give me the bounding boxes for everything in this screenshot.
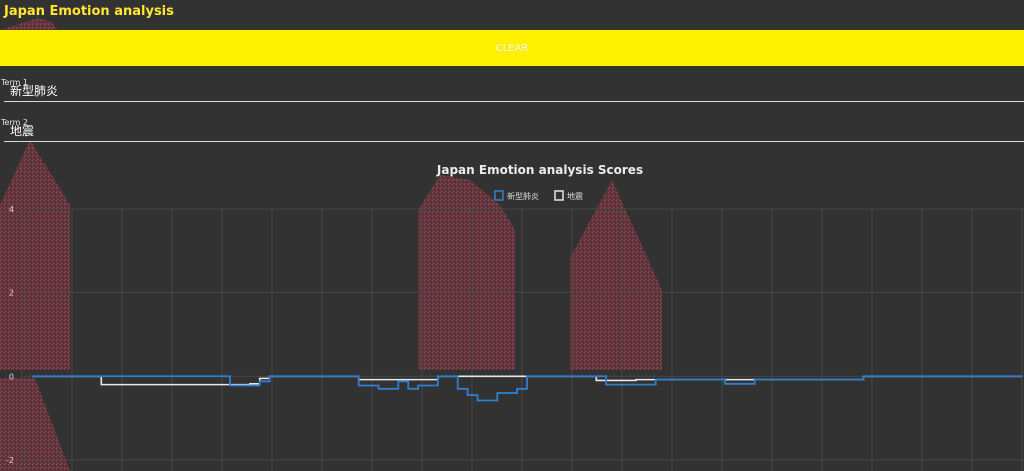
legend-swatch xyxy=(494,190,504,201)
legend-label: 地震 xyxy=(567,191,583,201)
y-tick-label: 2 xyxy=(9,289,14,298)
y-tick-label: 0 xyxy=(9,372,14,381)
y-tick-label: -2 xyxy=(6,456,14,465)
term-2-input[interactable] xyxy=(4,120,1024,142)
emotion-chart: -2 0 2 4 Japan Emotion analysis Scores 新型肺炎 地震 xyxy=(6,163,1024,471)
series-line xyxy=(32,375,1022,402)
chart-title: Japan Emotion analysis Scores xyxy=(436,163,643,177)
term-1-field: Term 1 xyxy=(1,74,1024,104)
legend-swatch xyxy=(554,190,564,201)
legend-label: 新型肺炎 xyxy=(507,191,539,201)
clear-button[interactable]: CLEAR xyxy=(0,30,1024,66)
term-1-input[interactable] xyxy=(4,80,1024,102)
term-2-field: Term 2 xyxy=(1,114,1024,144)
y-tick-label: 4 xyxy=(9,205,14,214)
app-title: Japan Emotion analysis xyxy=(4,4,174,19)
